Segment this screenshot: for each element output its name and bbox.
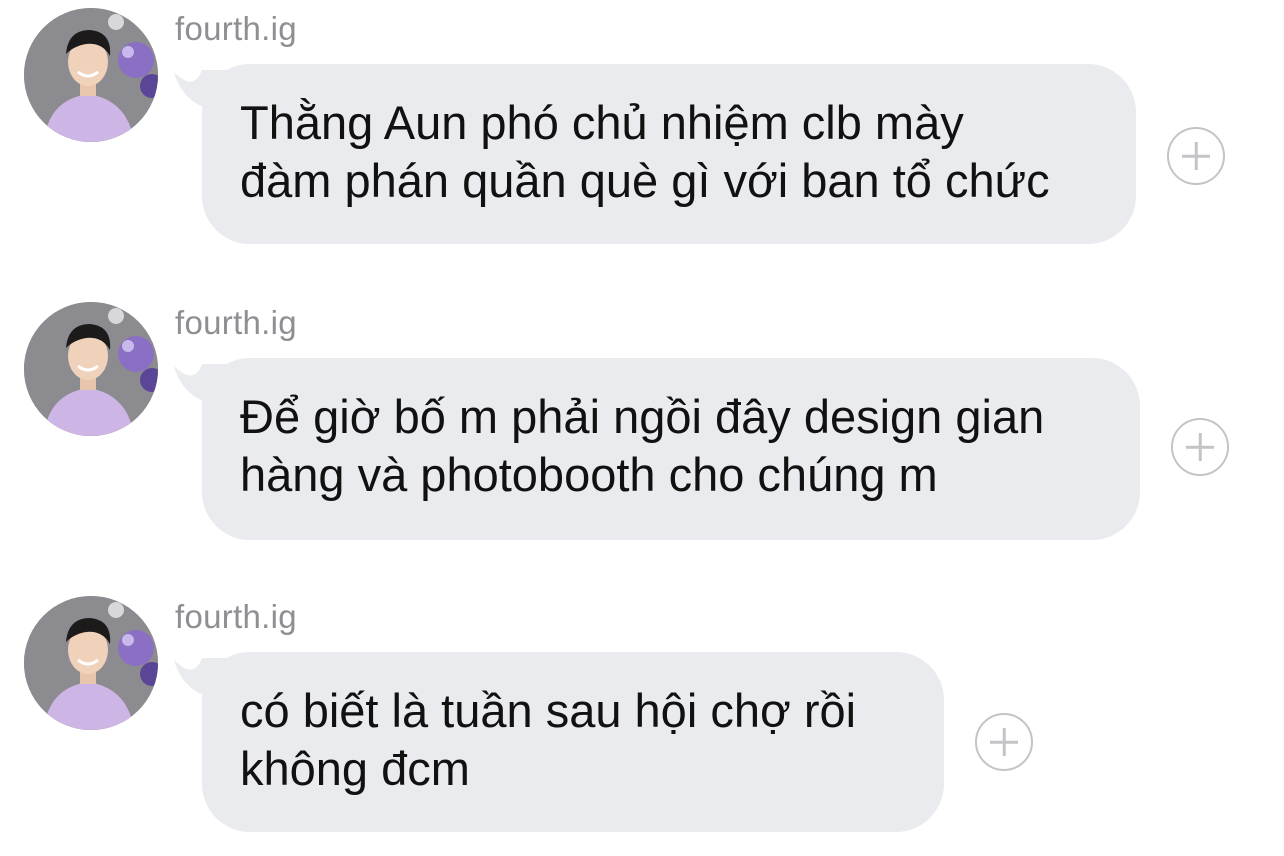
- profile-photo: [24, 596, 158, 730]
- avatar[interactable]: [24, 8, 158, 142]
- message-bubble[interactable]: có biết là tuần sau hội chợ rồi không đc…: [202, 652, 944, 832]
- sender-name: fourth.ig: [175, 10, 297, 47]
- sender-name: fourth.ig: [175, 598, 297, 635]
- add-reaction-icon[interactable]: [1167, 127, 1225, 185]
- message-bubble[interactable]: Để giờ bố m phải ngồi đây design gian hà…: [202, 358, 1140, 540]
- avatar[interactable]: [24, 302, 158, 436]
- avatar[interactable]: [24, 596, 158, 730]
- message-bubble[interactable]: Thằng Aun phó chủ nhiệm clb mày đàm phán…: [202, 64, 1136, 244]
- sender-name: fourth.ig: [175, 304, 297, 341]
- chat-thread: fourth.ig Thằng Aun phó chủ nhiệm clb mà…: [0, 0, 1284, 856]
- add-reaction-icon[interactable]: [1171, 418, 1229, 476]
- add-reaction-icon[interactable]: [975, 713, 1033, 771]
- profile-photo: [24, 302, 158, 436]
- profile-photo: [24, 8, 158, 142]
